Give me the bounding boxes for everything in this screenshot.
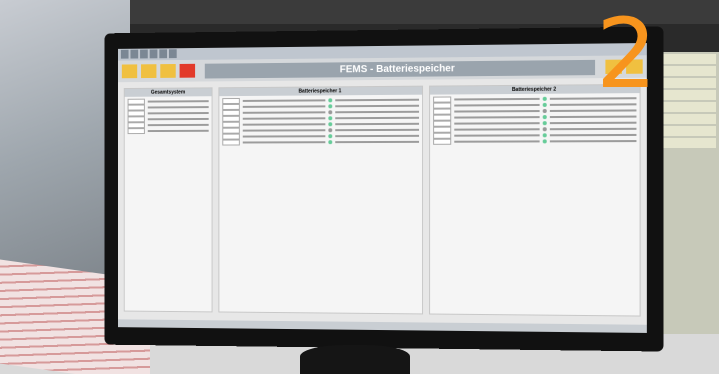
panel-gesamtsystem: Gesamtsystem [123, 87, 213, 313]
panel-batteriespeicher-2: Batteriespeicher 2 [429, 83, 641, 317]
panels: Gesamtsystem Batteriespeicher 1 Batterie… [118, 78, 647, 323]
monitor: FEMS - Batteriespeicher Gesamtsystem Bat… [104, 26, 664, 352]
nav-button[interactable] [121, 64, 138, 79]
nav-button[interactable] [160, 63, 176, 78]
nav-button[interactable] [141, 64, 157, 79]
photo-scene: FEMS - Batteriespeicher Gesamtsystem Bat… [0, 0, 719, 374]
page-title: FEMS - Batteriespeicher [204, 59, 596, 79]
panel-batteriespeicher-1: Batteriespeicher 1 [218, 85, 424, 315]
nav-button-active[interactable] [179, 63, 196, 78]
monitor-screen: FEMS - Batteriespeicher Gesamtsystem Bat… [118, 43, 647, 333]
monitor-stand [300, 345, 410, 374]
overlay-number: 2 [596, 0, 658, 110]
